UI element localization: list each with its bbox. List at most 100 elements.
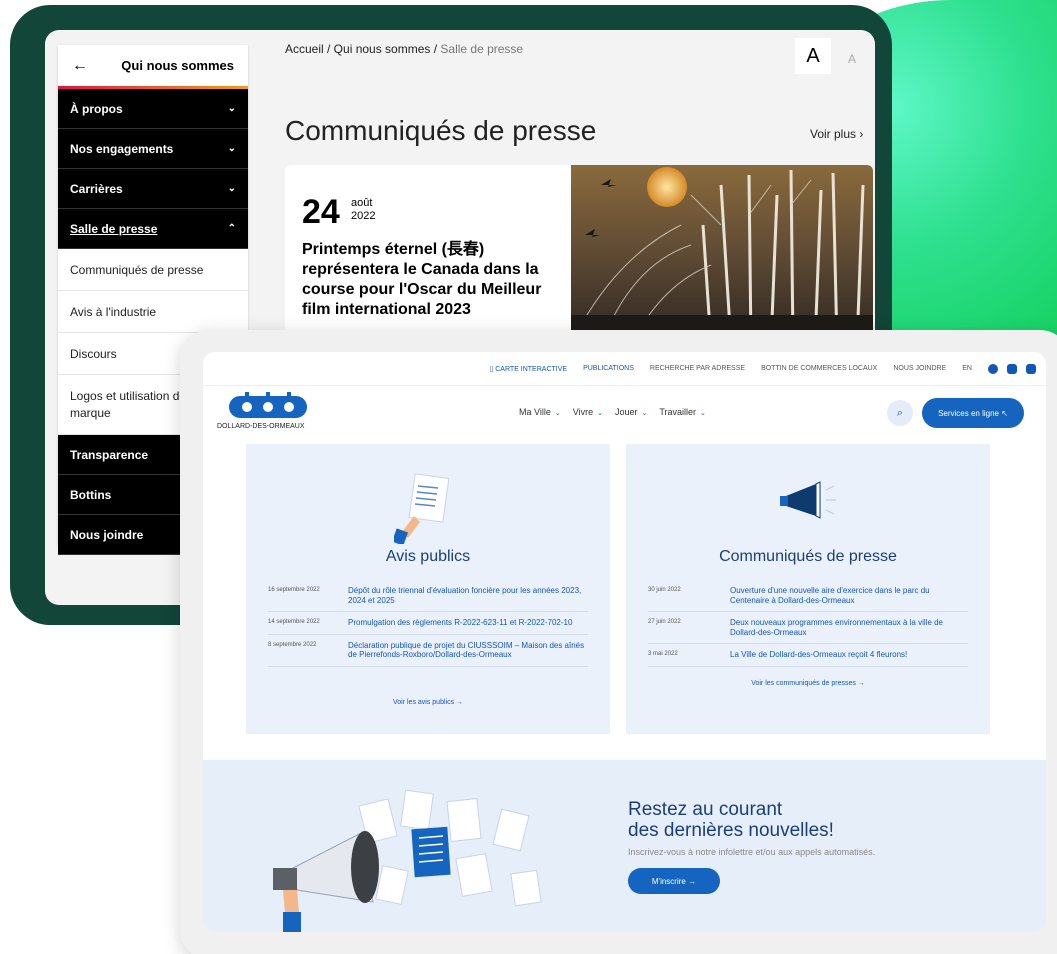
news-title: Printemps éternel (長春) représentera le C… (302, 241, 542, 318)
mockup-stage: ← Qui nous sommes À propos ⌄ Nos engagem… (0, 0, 1057, 954)
chevron-up-icon: ⌃ (227, 223, 236, 234)
chevron-down-icon: ⌄ (597, 410, 603, 417)
document-hand-icon (394, 473, 450, 544)
breadcrumb-links[interactable]: Accueil / Qui nous sommes / (285, 42, 440, 56)
nav-label: Jouer (614, 407, 638, 417)
voir-communiques-link[interactable]: Voir les communiqués de presses → (626, 680, 990, 687)
menu-item-label: Nous joindre (70, 527, 144, 542)
avis-publics-list: 16 septembre 2022 Dépôt du rôle triennal… (268, 580, 588, 667)
chevron-down-icon: ⌄ (227, 183, 236, 194)
avis-publics-title: Avis publics (385, 548, 471, 565)
item-title[interactable]: Dépôt du rôle triennal d'évaluation fonc… (348, 586, 588, 605)
item-date: 16 septembre 2022 (268, 587, 320, 593)
item-title[interactable]: Deux nouveaux programmes environnementau… (730, 618, 968, 637)
carte-interactive-link[interactable]: ▯ CARTE INTERACTIVE (489, 365, 567, 373)
social-links (988, 363, 1036, 374)
menu-item-carrieres[interactable]: Carrières ⌄ (58, 169, 248, 209)
ddo-logo-mark (229, 392, 307, 418)
youtube-icon[interactable] (1026, 363, 1036, 374)
menu-item-salle-de-presse[interactable]: Salle de presse ⌃ (58, 209, 248, 249)
chevron-down-icon: ⌄ (700, 410, 706, 417)
nav-label: Ma Ville (519, 407, 551, 417)
list-item[interactable]: 16 septembre 2022 Dépôt du rôle triennal… (268, 580, 588, 613)
recherche-adresse-link[interactable]: RECHERCHE PAR ADRESSE (650, 365, 745, 372)
voir-plus-link[interactable]: Voir plus › (810, 127, 863, 141)
nav-ma-ville[interactable]: Ma Ville ⌄ (519, 407, 561, 417)
list-item[interactable]: 14 septembre 2022 Promulgation des règle… (268, 612, 588, 635)
back-arrow-icon[interactable]: ← (72, 57, 102, 75)
communiques-list: 30 juin 2022 Ouverture d'une nouvelle ai… (648, 580, 968, 667)
newsletter-illustration (273, 789, 542, 932)
communiques-title: Communiqués de presse (719, 548, 897, 565)
item-date: 30 juin 2022 (648, 587, 681, 593)
submenu-item-communiques[interactable]: Communiqués de presse (58, 249, 248, 291)
font-size-large-button[interactable]: A (795, 38, 831, 74)
menu-item-label: À propos (70, 101, 123, 116)
submenu-item-avis-industrie[interactable]: Avis à l'industrie (58, 291, 248, 333)
page-title: Communiqués de presse (285, 115, 597, 146)
nav-vivre[interactable]: Vivre ⌄ (573, 407, 603, 417)
newsletter-title-line2: des dernières nouvelles! (628, 819, 834, 841)
communiques-panel: Communiqués de presse 30 juin 2022 Ouver… (626, 444, 990, 734)
nav-travailler[interactable]: Travailler ⌄ (659, 407, 706, 417)
list-item[interactable]: 8 septembre 2022 Déclaration publique de… (268, 635, 588, 667)
chevron-down-icon: ⌄ (554, 410, 561, 417)
nav-label: Vivre (572, 407, 594, 417)
list-item[interactable]: 30 juin 2022 Ouverture d'une nouvelle ai… (648, 580, 968, 613)
menu-item-label: Carrières (70, 181, 123, 196)
nav-jouer[interactable]: Jouer ⌄ (615, 407, 647, 417)
services-en-ligne-button[interactable]: Services en ligne ↖ (922, 398, 1024, 428)
avis-publics-panel: Avis publics 16 septembre 2022 Dépôt du … (246, 444, 610, 734)
main-navbar: DOLLARD-DES-ORMEAUX Ma Ville ⌄ Vivre ⌄ Jou… (203, 386, 1046, 438)
main-nav: Ma Ville ⌄ Vivre ⌄ Jouer ⌄ Travailler ⌄ (519, 407, 706, 417)
font-size-small-button[interactable]: A (848, 52, 856, 66)
city-logo[interactable]: DOLLARD-DES-ORMEAUX (217, 392, 317, 436)
item-title[interactable]: La Ville de Dollard-des-Ormeaux reçoit 4… (730, 650, 968, 660)
search-icon[interactable]: ⌕ (887, 400, 913, 426)
side-menu-title: Qui nous sommes (121, 58, 234, 73)
news-year: 2022 (351, 210, 376, 223)
publications-link[interactable]: PUBLICATIONS (583, 365, 634, 372)
instagram-icon[interactable] (1007, 363, 1017, 374)
item-date: 3 mai 2022 (648, 651, 678, 658)
menu-item-label: Bottins (70, 487, 112, 502)
item-date: 8 septembre 2022 (268, 641, 317, 648)
breadcrumb: Accueil / Qui nous sommes / Salle de pre… (285, 42, 523, 56)
menu-item-label: Transparence (70, 447, 149, 462)
news-card[interactable]: 24 août 2022 Printemps éternel (長春) repr… (285, 165, 873, 345)
utility-bar: ▯ CARTE INTERACTIVE PUBLICATIONS RECHERC… (203, 352, 1046, 386)
city-name: DOLLARD-DES-ORMEAUX (217, 423, 305, 430)
news-month: août (351, 197, 373, 209)
menu-item-label: Salle de presse (70, 221, 158, 236)
chevron-down-icon: ⌄ (641, 410, 648, 417)
list-item[interactable]: 27 juin 2022 Deux nouveaux programmes en… (648, 612, 968, 645)
language-toggle[interactable]: EN (962, 365, 972, 372)
facebook-icon[interactable] (988, 363, 998, 374)
item-date: 14 septembre 2022 (268, 619, 320, 626)
news-image (571, 165, 873, 345)
newsletter-title-line1: Restez au courant (628, 799, 783, 820)
breadcrumb-current: Salle de presse (440, 42, 524, 56)
voir-avis-publics-link[interactable]: Voir les avis publics → (246, 699, 610, 706)
front-tablet-frame: ▯ CARTE INTERACTIVE PUBLICATIONS RECHERC… (180, 330, 1057, 954)
chevron-down-icon: ⌄ (227, 143, 236, 154)
newsletter-title: Restez au courant des dernières nouvelle… (628, 799, 834, 842)
item-date: 27 juin 2022 (648, 619, 681, 626)
item-title[interactable]: Déclaration publique de projet du CIUSSS… (348, 641, 588, 660)
newsletter-banner: Restez au courant des dernières nouvelle… (203, 760, 1046, 932)
item-title[interactable]: Ouverture d'une nouvelle aire d'exercice… (730, 586, 968, 605)
newsletter-subtitle: Inscrivez-vous à notre infolettre et/ou … (628, 847, 876, 857)
nous-joindre-link[interactable]: NOUS JOINDRE (893, 365, 946, 372)
chevron-down-icon: ⌄ (227, 103, 236, 114)
bottin-commerces-link[interactable]: BOTTIN DE COMMERCES LOCAUX (761, 365, 877, 372)
menu-item-a-propos[interactable]: À propos ⌄ (58, 89, 248, 129)
megaphone-icon (780, 481, 836, 519)
list-item[interactable]: 3 mai 2022 La Ville de Dollard-des-Ormea… (648, 644, 968, 667)
subscribe-button[interactable]: M'inscrire → (628, 868, 720, 894)
menu-item-nos-engagements[interactable]: Nos engagements ⌄ (58, 129, 248, 169)
news-day: 24 (302, 193, 340, 231)
item-title[interactable]: Promulgation des règlements R-2022-623-1… (348, 618, 588, 628)
news-month-year: août 2022 (351, 197, 375, 223)
nav-label: Travailler (659, 407, 697, 417)
side-menu-header: ← Qui nous sommes (58, 45, 248, 89)
